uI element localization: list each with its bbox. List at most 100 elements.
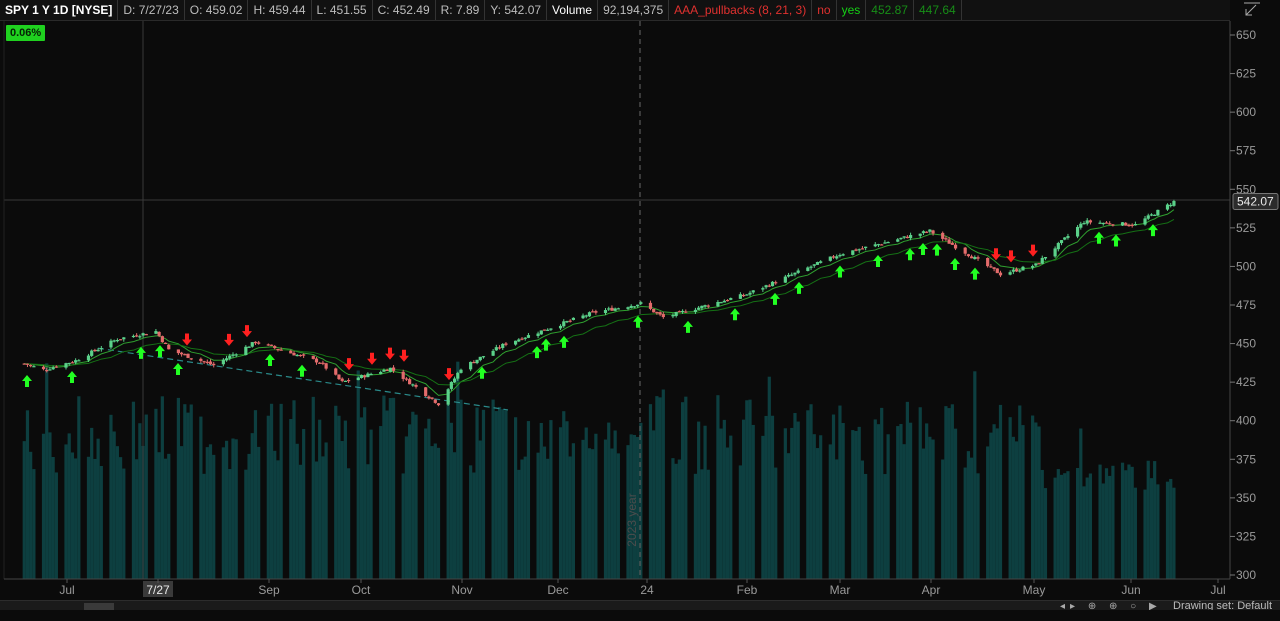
volume-bar (986, 446, 990, 579)
candle-body (767, 285, 771, 287)
buy-arrow (730, 308, 740, 321)
trend-line-segment[interactable] (97, 347, 509, 411)
price-chart[interactable]: 2023 year 300325350375400425450475500525… (0, 21, 1280, 621)
volume-bar (449, 422, 453, 579)
volume-bar (176, 397, 180, 579)
candle-body (831, 256, 836, 258)
volume-bar (452, 452, 457, 579)
date-readout: D: 7/27/23 (118, 0, 185, 20)
candle-body (90, 350, 94, 356)
candle-body (247, 346, 251, 348)
x-tick-label: Sep (258, 583, 280, 597)
volume-bar (347, 468, 351, 579)
volume-bar (854, 430, 858, 579)
sell-arrow (385, 347, 395, 360)
volume-bar (86, 456, 91, 579)
volume-bar (504, 410, 508, 579)
volume-bar (716, 395, 720, 579)
volume-bar (427, 418, 431, 579)
candle-body (697, 307, 701, 310)
volume-bar (388, 398, 392, 579)
candle-body (334, 368, 338, 375)
candle-body (343, 380, 347, 383)
candle-body (587, 312, 592, 317)
volume-bar (706, 469, 710, 579)
candle-body (953, 244, 958, 249)
candle-body (1130, 224, 1134, 226)
volume-bar (591, 449, 595, 579)
period-label: 2023 year (625, 493, 639, 546)
trend-line[interactable] (97, 347, 509, 411)
volume-readout: 92,194,375 (598, 0, 670, 20)
candle-body (648, 302, 653, 309)
candle-body (430, 397, 434, 399)
candle-body (436, 403, 441, 406)
candle-body (491, 350, 495, 356)
candle-body (1153, 214, 1157, 216)
volume-bar (1063, 473, 1067, 579)
buy-arrow (932, 243, 942, 256)
buy-arrow (297, 364, 307, 377)
volume-bar (931, 439, 935, 579)
volume-bar (680, 402, 685, 579)
candle-body (183, 354, 187, 356)
volume-bar (1043, 488, 1048, 579)
study-label[interactable]: AAA_pullbacks (8, 21, 3) (669, 0, 813, 20)
volume-bar (658, 397, 662, 579)
collapse-icon[interactable] (1234, 0, 1280, 20)
candle-body (266, 344, 270, 346)
volume-bar (523, 456, 527, 579)
candle-body (716, 302, 720, 307)
candle-body (671, 315, 675, 317)
candle-body (1011, 269, 1015, 272)
volume-bar (648, 404, 653, 579)
volume-bar (379, 426, 383, 579)
volume-bar (276, 460, 280, 579)
volume-bar (411, 411, 415, 579)
ema-fast-line (24, 209, 1175, 396)
volume-bar (918, 407, 922, 579)
candle-body (64, 363, 68, 368)
candle-body (135, 335, 139, 337)
volume-bar (973, 371, 977, 579)
volume-bar (1056, 469, 1060, 579)
volume-label[interactable]: Volume (547, 0, 599, 20)
candle-body (41, 366, 46, 370)
volume-bar (112, 431, 116, 579)
volume-bar (475, 407, 479, 579)
volume-bar (41, 433, 46, 579)
ema-slow-line (24, 218, 1175, 386)
candle-body (1146, 215, 1150, 219)
volume-bar (770, 415, 775, 579)
volume-bar (738, 465, 742, 579)
volume-bar (221, 447, 225, 579)
volume-bar (321, 456, 325, 579)
volume-bar (886, 434, 890, 579)
candle-body (347, 380, 351, 382)
candle-body (725, 299, 730, 302)
candle-body (340, 378, 344, 381)
candle-body (404, 378, 409, 380)
volume-bar (244, 469, 248, 579)
candle-body (526, 335, 531, 338)
volume-bar (208, 444, 213, 579)
volume-bar (253, 410, 258, 579)
volume-bar (584, 427, 588, 579)
candle-body (244, 346, 248, 356)
volume-bar (74, 458, 78, 579)
volume-bar (234, 439, 238, 579)
candle-body (562, 321, 566, 327)
volume-bar (22, 441, 26, 579)
candle-body (228, 355, 232, 359)
volume-bar (1133, 487, 1137, 579)
symbol-label[interactable]: SPY 1 Y 1D [NYSE] (0, 0, 119, 20)
volume-bar (652, 430, 656, 579)
volume-bar (992, 424, 996, 579)
volume-bar (838, 405, 842, 579)
volume-bar (774, 467, 778, 579)
candle-body (1165, 204, 1170, 210)
volume-bar (1104, 468, 1109, 579)
volume-bar (860, 460, 865, 579)
volume-bar (340, 441, 344, 579)
candle-body (411, 384, 415, 386)
